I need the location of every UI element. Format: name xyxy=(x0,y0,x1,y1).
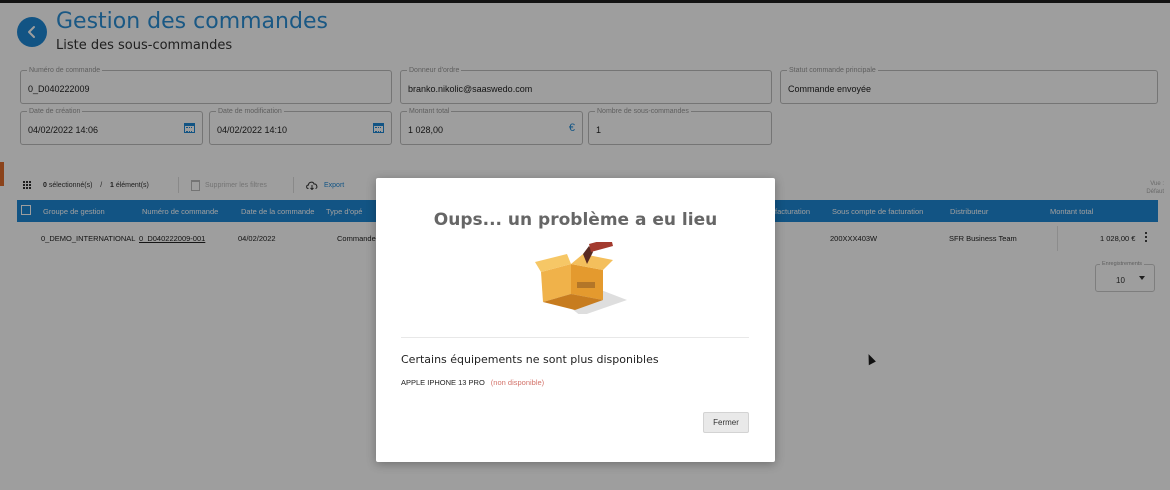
error-dialog: Oups... un problème a eu lieu Certains é… xyxy=(376,178,775,462)
order-management-page: Gestion des commandes Liste des sous-com… xyxy=(0,0,1170,490)
unavailable-item: APPLE IPHONE 13 PRO (non disponible) xyxy=(401,378,544,387)
open-box-icon xyxy=(535,242,627,314)
close-button[interactable]: Fermer xyxy=(703,412,749,433)
dialog-title: Oups... un problème a eu lieu xyxy=(433,210,718,230)
dialog-divider xyxy=(401,337,749,338)
unavailable-item-name: APPLE IPHONE 13 PRO xyxy=(401,378,485,387)
unavailable-item-status: (non disponible) xyxy=(490,378,545,387)
dialog-message: Certains équipements ne sont plus dispon… xyxy=(401,353,659,366)
